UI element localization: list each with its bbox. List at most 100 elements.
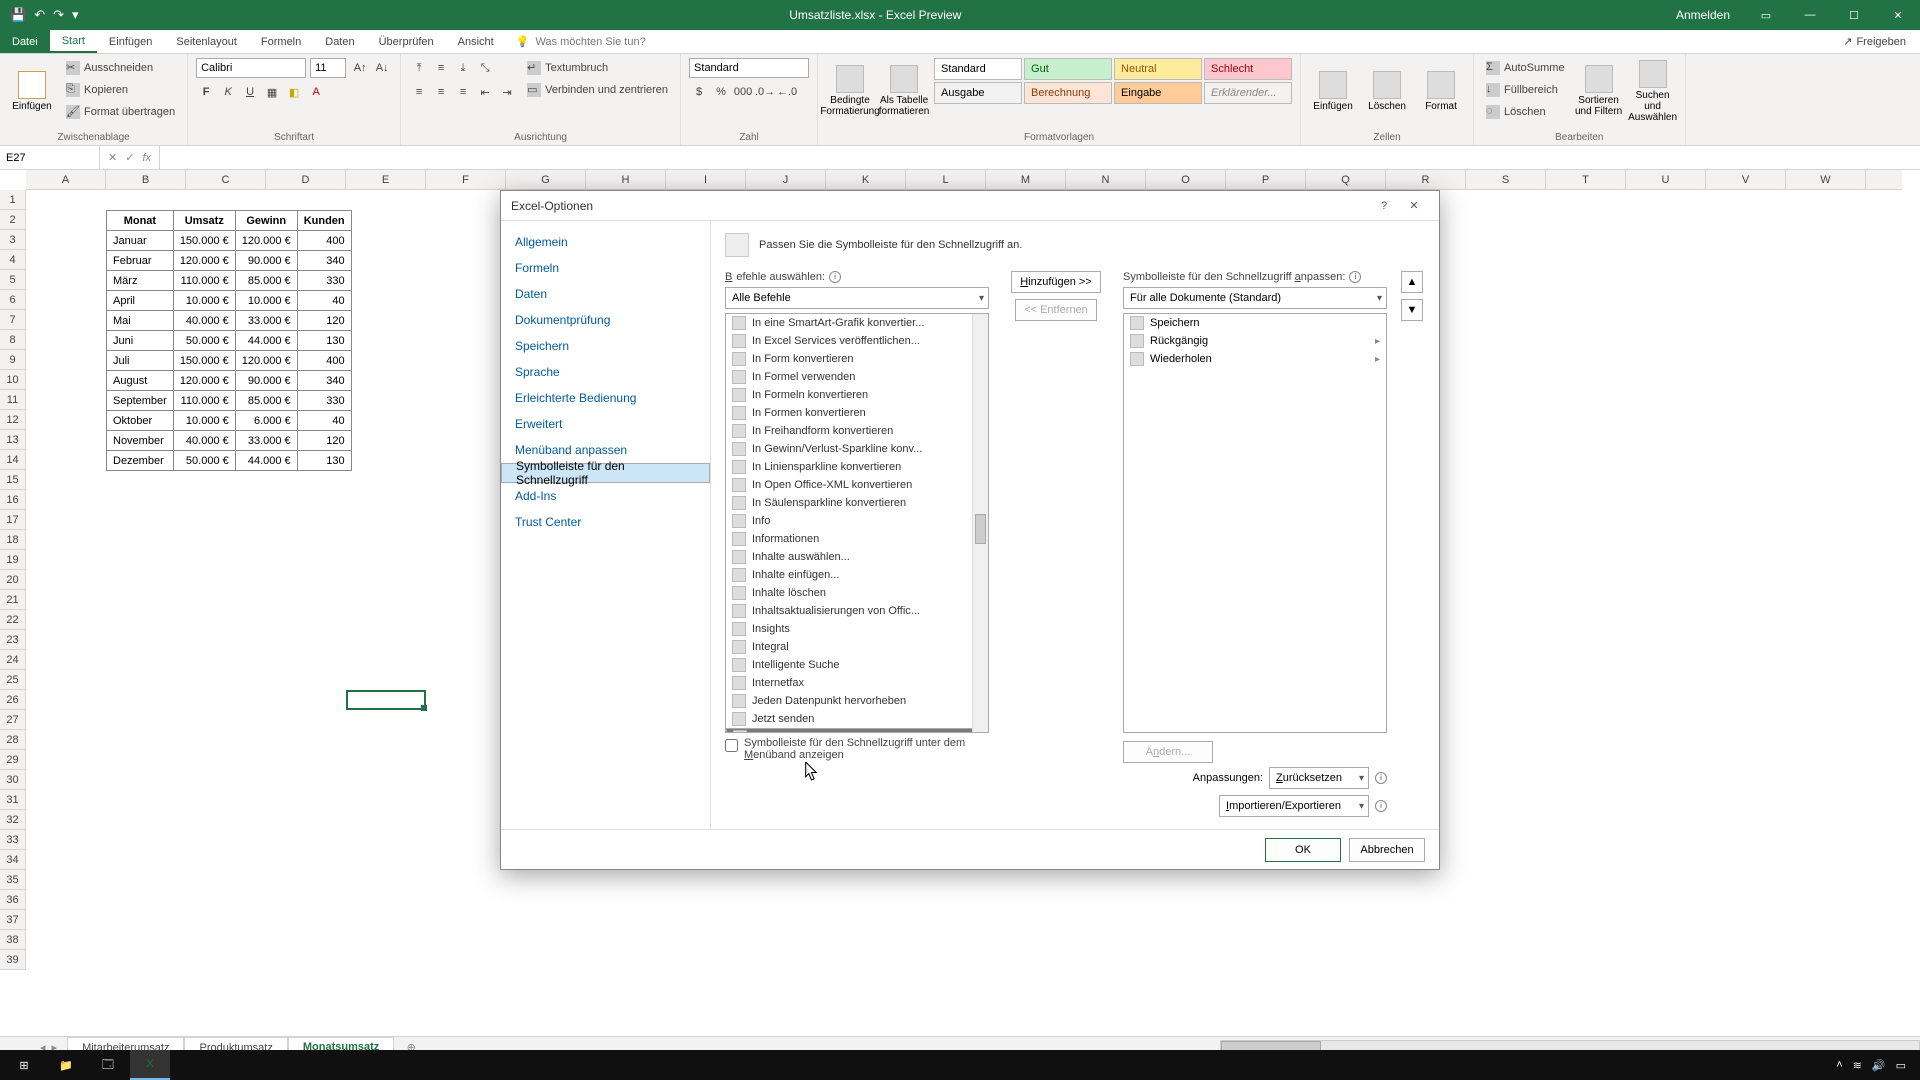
orientation-icon[interactable]: ⤡ xyxy=(475,58,495,78)
row-header[interactable]: 25 xyxy=(0,670,25,690)
table-cell[interactable]: 50.000 € xyxy=(173,451,235,471)
command-item[interactable]: Internetfax xyxy=(726,674,988,692)
table-cell[interactable]: 120 xyxy=(297,431,351,451)
table-cell[interactable]: 110.000 € xyxy=(173,391,235,411)
sign-in-link[interactable]: Anmelden xyxy=(1662,8,1744,22)
command-item[interactable]: Info xyxy=(726,512,988,530)
paste-button[interactable]: Einfügen xyxy=(8,58,56,124)
row-header[interactable]: 1 xyxy=(0,190,25,210)
table-cell[interactable]: 40 xyxy=(297,411,351,431)
qat-undo-icon[interactable]: ↶ xyxy=(34,7,45,23)
table-cell[interactable]: Januar xyxy=(107,231,174,251)
table-cell[interactable]: 340 xyxy=(297,371,351,391)
command-item[interactable]: Inhalte auswählen... xyxy=(726,548,988,566)
taskbar-explorer-icon[interactable]: 📁 xyxy=(46,1050,86,1080)
row-header[interactable]: 19 xyxy=(0,550,25,570)
col-header[interactable]: J xyxy=(746,170,826,189)
table-cell[interactable]: 10.000 € xyxy=(235,291,297,311)
add-command-button[interactable]: Hinzufügen >> xyxy=(1011,271,1101,293)
column-headers[interactable]: ABCDEFGHIJKLMNOPQRSTUVW xyxy=(26,170,1902,190)
increase-decimal-icon[interactable]: .0→ xyxy=(755,82,775,102)
row-header[interactable]: 6 xyxy=(0,290,25,310)
style-standard[interactable]: Standard xyxy=(934,58,1022,80)
table-cell[interactable]: Juli xyxy=(107,351,174,371)
align-middle-icon[interactable]: ≡ xyxy=(431,58,451,78)
modify-button[interactable]: Ändern... xyxy=(1123,741,1213,763)
command-item[interactable]: Inhaltsaktualisierungen von Offic... xyxy=(726,602,988,620)
style-eingabe[interactable]: Eingabe xyxy=(1114,82,1202,104)
table-cell[interactable]: 40.000 € xyxy=(173,431,235,451)
row-header[interactable]: 7 xyxy=(0,310,25,330)
format-cells-button[interactable]: Format xyxy=(1417,58,1465,124)
col-header[interactable]: R xyxy=(1386,170,1466,189)
ribbon-display-options-icon[interactable]: ▭ xyxy=(1744,0,1788,30)
tell-me[interactable]: 💡 Was möchten Sie tun? xyxy=(516,30,646,53)
underline-button[interactable]: U xyxy=(240,82,260,102)
options-category[interactable]: Sprache xyxy=(501,359,710,385)
fill-button[interactable]: ↓Füllbereich xyxy=(1482,80,1569,100)
col-header[interactable]: N xyxy=(1066,170,1146,189)
conditional-formatting-button[interactable]: Bedingte Formatierung xyxy=(826,58,874,124)
decrease-indent-icon[interactable]: ⇤ xyxy=(475,82,495,102)
table-cell[interactable]: 120.000 € xyxy=(235,351,297,371)
start-button[interactable]: ⊞ xyxy=(4,1050,44,1080)
cut-button[interactable]: ✂Ausschneiden xyxy=(62,58,179,78)
table-cell[interactable]: 150.000 € xyxy=(173,351,235,371)
move-down-button[interactable]: ▼ xyxy=(1401,299,1423,321)
command-item[interactable]: In Gewinn/Verlust-Sparkline konv... xyxy=(726,440,988,458)
style-ausgabe[interactable]: Ausgabe xyxy=(934,82,1022,104)
tab-formulas[interactable]: Formeln xyxy=(249,30,313,53)
options-category[interactable]: Dokumentprüfung xyxy=(501,307,710,333)
row-header[interactable]: 10 xyxy=(0,370,25,390)
increase-indent-icon[interactable]: ⇥ xyxy=(497,82,517,102)
table-cell[interactable]: 44.000 € xyxy=(235,331,297,351)
style-gut[interactable]: Gut xyxy=(1024,58,1112,80)
copy-button[interactable]: ⎘Kopieren xyxy=(62,80,179,100)
align-right-icon[interactable]: ≡ xyxy=(453,82,473,102)
table-cell[interactable]: 400 xyxy=(297,351,351,371)
command-item[interactable]: In Freihandform konvertieren xyxy=(726,422,988,440)
cancel-button[interactable]: Abbrechen xyxy=(1349,838,1425,862)
tab-layout[interactable]: Seitenlayout xyxy=(164,30,249,53)
table-cell[interactable]: September xyxy=(107,391,174,411)
row-header[interactable]: 24 xyxy=(0,650,25,670)
dialog-close-button[interactable]: ✕ xyxy=(1399,199,1429,212)
col-header[interactable]: B xyxy=(106,170,186,189)
font-name-select[interactable]: Calibri xyxy=(196,58,306,78)
table-cell[interactable]: 6.000 € xyxy=(235,411,297,431)
formula-input[interactable] xyxy=(160,146,1920,169)
format-painter-button[interactable]: 🖌Format übertragen xyxy=(62,102,179,122)
tab-insert[interactable]: Einfügen xyxy=(97,30,164,53)
insert-cells-button[interactable]: Einfügen xyxy=(1309,58,1357,124)
options-category[interactable]: Daten xyxy=(501,281,710,307)
italic-button[interactable]: K xyxy=(218,82,238,102)
font-size-select[interactable]: 11 xyxy=(310,58,346,78)
qat-item[interactable]: Wiederholen▸ xyxy=(1124,350,1386,368)
row-header[interactable]: 31 xyxy=(0,790,25,810)
maximize-button[interactable]: ☐ xyxy=(1832,0,1876,30)
table-cell[interactable]: 50.000 € xyxy=(173,331,235,351)
command-item[interactable]: In Form konvertieren xyxy=(726,350,988,368)
command-item[interactable]: In Open Office-XML konvertieren xyxy=(726,476,988,494)
table-cell[interactable]: 40 xyxy=(297,291,351,311)
qat-save-icon[interactable]: 💾 xyxy=(10,7,26,23)
col-header[interactable]: P xyxy=(1226,170,1306,189)
info-icon[interactable]: i xyxy=(1349,271,1361,283)
options-category[interactable]: Allgemein xyxy=(501,229,710,255)
command-item[interactable]: Kamera xyxy=(726,728,988,733)
table-cell[interactable]: 130 xyxy=(297,331,351,351)
windows-taskbar[interactable]: ⊞ 📁 🗔 X ˄ ≋ 🔊 ▭ xyxy=(0,1050,1920,1080)
table-cell[interactable]: April xyxy=(107,291,174,311)
style-neutral[interactable]: Neutral xyxy=(1114,58,1202,80)
row-header[interactable]: 32 xyxy=(0,810,25,830)
col-header[interactable]: O xyxy=(1146,170,1226,189)
table-cell[interactable]: 120 xyxy=(297,311,351,331)
command-item[interactable]: Informationen▸ xyxy=(726,530,988,548)
commands-listbox[interactable]: In eine SmartArt-Grafik konvertier...▸In… xyxy=(725,313,989,733)
table-cell[interactable]: 85.000 € xyxy=(235,271,297,291)
name-box[interactable]: E27 xyxy=(0,146,100,169)
delete-cells-button[interactable]: Löschen xyxy=(1363,58,1411,124)
increase-font-icon[interactable]: A↑ xyxy=(350,58,370,78)
fill-color-button[interactable]: ◧ xyxy=(284,82,304,102)
row-header[interactable]: 34 xyxy=(0,850,25,870)
